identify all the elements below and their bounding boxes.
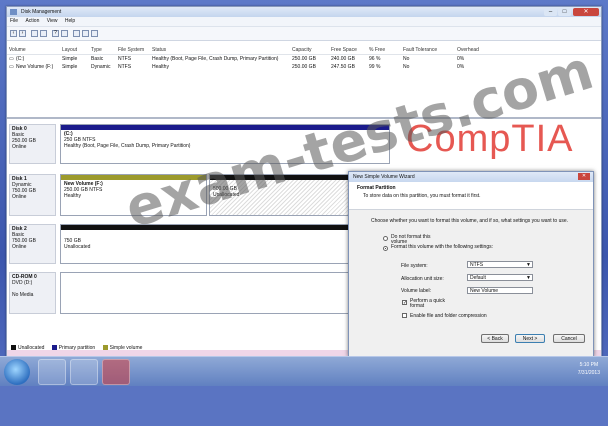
properties-icon[interactable] [61, 30, 68, 37]
list-view-icon[interactable] [40, 30, 47, 37]
taskbar: 5:10 PM 7/31/2013 [0, 356, 608, 387]
close-button[interactable]: ✕ [573, 8, 599, 16]
allocation-size-select[interactable]: Default ▼ [467, 274, 533, 281]
disk-0-label[interactable]: Disk 0 Basic 250.00 GB Online [9, 124, 56, 164]
volume-label-input[interactable]: New Volume [467, 287, 533, 294]
disk-type: DVD (D:) [12, 280, 33, 286]
col-percent-free[interactable]: % Free [369, 47, 385, 53]
quick-format-label: Perform a quick format [410, 298, 446, 309]
file-explorer-icon[interactable] [70, 359, 98, 385]
col-status[interactable]: Status [152, 47, 166, 53]
back-button[interactable]: < Back [481, 334, 509, 343]
desktop-bottom [0, 386, 608, 426]
wizard-title-bar: New Simple Volume Wizard ✕ [349, 172, 593, 182]
no-format-radio[interactable] [383, 236, 388, 241]
chevron-down-icon: ▼ [526, 262, 531, 268]
clock-time: 5:10 PM [579, 362, 599, 368]
quick-format-checkbox[interactable]: ✓ [402, 300, 407, 306]
format-radio[interactable] [383, 246, 388, 251]
volume-list-header: Volume Layout Type File System Status Ca… [7, 47, 601, 55]
disk-state: No Media [12, 292, 34, 298]
title-bar: Disk Management – □ ✕ [7, 7, 601, 17]
col-overhead[interactable]: Overhead [457, 47, 479, 53]
disk-2-unallocated[interactable]: 750 GB Unallocated [60, 224, 390, 264]
console-tree-icon[interactable] [31, 30, 38, 37]
col-capacity[interactable]: Capacity [292, 47, 311, 53]
disk-state: Online [12, 194, 27, 200]
window-title: Disk Management [21, 9, 62, 15]
clock[interactable]: 5:10 PM 7/31/2013 [578, 361, 600, 377]
new-simple-volume-wizard: New Simple Volume Wizard ✕ Format Partit… [348, 171, 594, 357]
toolbar: ‹ › ? [7, 27, 601, 41]
wizard-subheading: To store data on this partition, you mus… [363, 193, 481, 199]
wizard-title: New Simple Volume Wizard [353, 174, 415, 180]
wizard-header: Format Partition To store data on this p… [349, 182, 593, 210]
help-icon[interactable]: ? [52, 30, 59, 37]
menu-view[interactable]: View [47, 18, 58, 24]
partition-status: Unallocated [64, 244, 91, 250]
menu-bar: File Action View Help [7, 17, 601, 27]
drive-icon: ▭ [9, 64, 14, 70]
forward-arrow-icon[interactable]: › [19, 30, 26, 37]
col-volume[interactable]: Volume [9, 47, 26, 53]
refresh-icon[interactable] [73, 30, 80, 37]
col-layout[interactable]: Layout [62, 47, 77, 53]
col-free-space[interactable]: Free Space [331, 47, 357, 53]
disk-management-icon [10, 9, 17, 15]
allocation-size-label: Allocation unit size: [401, 276, 444, 282]
file-system-value: NTFS [470, 262, 484, 268]
drive-icon: ▭ [9, 56, 14, 62]
allocation-size-value: Default [470, 275, 486, 281]
delete-icon[interactable] [91, 30, 98, 37]
start-button[interactable] [4, 359, 30, 385]
compression-checkbox[interactable] [402, 313, 407, 318]
disk-state: Online [12, 144, 27, 150]
cdrom-0-label[interactable]: CD-ROM 0 DVD (D:) No Media [9, 272, 56, 314]
col-file-system[interactable]: File System [118, 47, 144, 53]
cdrom-0-area[interactable] [60, 272, 390, 314]
maximize-button[interactable]: □ [558, 8, 571, 16]
system-tray: 5:10 PM 7/31/2013 [408, 357, 608, 387]
clock-date: 7/31/2013 [577, 370, 600, 376]
file-system-label: File system: [401, 263, 428, 269]
file-system-select[interactable]: NTFS ▼ [467, 261, 533, 268]
disk-2-label[interactable]: Disk 2 Basic 750.00 GB Online [9, 224, 56, 264]
cancel-button[interactable]: Cancel [553, 334, 585, 343]
next-button[interactable]: Next > [515, 334, 545, 343]
format-label: Format this volume with the following se… [391, 244, 493, 250]
menu-file[interactable]: File [10, 18, 18, 24]
col-fault-tolerance[interactable]: Fault Tolerance [403, 47, 437, 53]
disk-1-label[interactable]: Disk 1 Dynamic 750.00 GB Online [9, 174, 56, 216]
wizard-prompt: Choose whether you want to format this v… [371, 218, 569, 224]
wizard-body: Choose whether you want to format this v… [349, 210, 593, 356]
wizard-heading: Format Partition [357, 185, 396, 191]
wizard-close-button[interactable]: ✕ [578, 173, 590, 180]
volume-label-label: Volume label: [401, 288, 432, 294]
menu-help[interactable]: Help [65, 18, 75, 24]
internet-explorer-icon[interactable] [38, 359, 66, 385]
minimize-button[interactable]: – [544, 8, 557, 16]
check-icon[interactable] [82, 30, 89, 37]
back-arrow-icon[interactable]: ‹ [10, 30, 17, 37]
col-type[interactable]: Type [91, 47, 102, 53]
compression-label: Enable file and folder compression [410, 313, 487, 319]
menu-action[interactable]: Action [25, 18, 39, 24]
chevron-down-icon: ▼ [526, 275, 531, 281]
server-manager-icon[interactable] [102, 359, 130, 385]
disk-state: Online [12, 244, 27, 250]
